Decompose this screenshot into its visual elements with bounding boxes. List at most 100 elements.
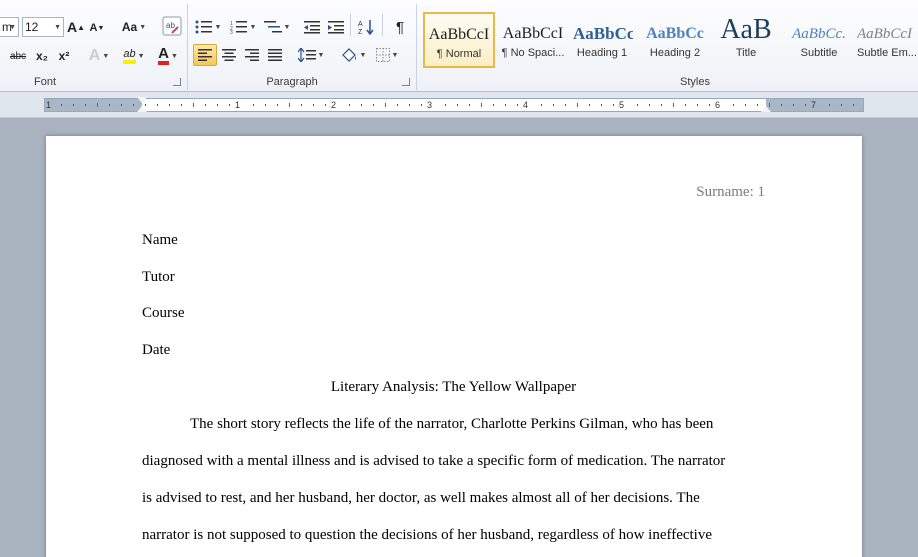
date-line: Date	[142, 342, 171, 358]
grow-font-icon: A	[66, 19, 78, 35]
horizontal-ruler[interactable]: 1 1 2 3 4 5 6 7	[44, 97, 864, 112]
change-case-label: Aa	[121, 20, 138, 34]
ruler-dot	[325, 104, 326, 106]
ruler-dot	[157, 104, 158, 106]
ruler-dot	[589, 104, 590, 106]
multilevel-list-icon	[263, 21, 282, 33]
ruler-dot	[613, 104, 614, 106]
ruler-dot	[697, 104, 698, 106]
superscript-button[interactable]: x²	[55, 45, 73, 67]
sort-button[interactable]: A Z	[356, 16, 378, 38]
paragraph-dialog-launcher-icon[interactable]	[402, 78, 410, 86]
ruler-number: 1	[235, 100, 241, 110]
style-preview: AaBbCc	[573, 24, 634, 43]
font-dialog-launcher-icon[interactable]	[173, 78, 181, 86]
text-effects-label: A	[88, 47, 101, 64]
ruler-dot	[217, 104, 218, 106]
font-name-combo[interactable]: m ▼	[0, 17, 19, 37]
numbering-icon: 1 2 3	[230, 21, 247, 34]
document-page[interactable]: Surname: 1 Name Tutor Course Date Litera…	[46, 136, 862, 557]
ruler-dot	[277, 104, 278, 106]
style-subtitle[interactable]: AaBbCc. Subtitle	[784, 12, 854, 68]
bullets-button[interactable]: ▼	[194, 16, 222, 38]
ruler-dot	[517, 104, 518, 106]
ruler-dot	[205, 104, 206, 106]
ruler-dot	[73, 104, 74, 106]
align-right-icon	[245, 49, 259, 61]
align-center-icon	[222, 49, 236, 61]
style-normal[interactable]: AaBbCcI ¶ Normal	[423, 12, 495, 68]
ruler-dot	[553, 104, 554, 106]
style-name: Title	[735, 47, 757, 59]
grow-font-button[interactable]: A ▲	[67, 16, 85, 38]
ruler-tick	[577, 103, 578, 107]
ruler-dot	[601, 104, 602, 106]
highlight-button[interactable]: ab ▼	[118, 45, 150, 67]
shrink-font-button[interactable]: A ▼	[89, 17, 105, 39]
ruler-dot	[253, 104, 254, 106]
decrease-indent-icon	[304, 21, 320, 34]
ruler-dot	[709, 104, 710, 106]
decrease-indent-button[interactable]	[302, 16, 322, 38]
style-name: ¶ Normal	[436, 48, 482, 60]
font-color-button[interactable]: A ▼	[153, 45, 183, 67]
style-title[interactable]: AaB Title	[714, 12, 778, 68]
ruler-dot	[649, 104, 650, 106]
body-line: is advised to rest, and her husband, her…	[142, 490, 700, 506]
chevron-down-icon: ▼	[54, 23, 61, 31]
numbering-button[interactable]: 1 2 3 ▼	[228, 16, 258, 38]
subscript-button[interactable]: x₂	[33, 45, 51, 67]
font-size-combo[interactable]: 12 ▼	[22, 17, 64, 37]
style-name: Heading 1	[576, 47, 628, 59]
strikethrough-button[interactable]: abc	[6, 45, 30, 67]
style-preview: AaBbCc	[646, 25, 704, 42]
align-center-button[interactable]	[218, 44, 240, 66]
body-line: The short story reflects the life of the…	[190, 416, 714, 432]
right-indent-marker[interactable]	[761, 106, 771, 112]
align-right-button[interactable]	[241, 44, 263, 66]
shading-button[interactable]: ▼	[338, 44, 368, 66]
pilcrow-icon: ¶	[395, 18, 405, 36]
justify-button[interactable]	[264, 44, 286, 66]
group-divider	[350, 14, 351, 36]
style-no-spacing[interactable]: AaBbCcI ¶ No Spaci...	[497, 12, 569, 68]
ruler-dot	[745, 104, 746, 106]
ruler-dot	[349, 104, 350, 106]
clear-formatting-button[interactable]: ab	[160, 15, 184, 37]
ruler-dot	[781, 104, 782, 106]
ruler-number: 7	[811, 100, 817, 110]
text-effects-button[interactable]: A ▼	[86, 45, 112, 67]
style-name: Heading 2	[649, 47, 701, 59]
font-size-value: 12	[25, 20, 39, 34]
ruler-dot	[565, 104, 566, 106]
ruler-dot	[373, 104, 374, 106]
borders-icon	[375, 48, 390, 62]
style-heading-2[interactable]: AaBbCc Heading 2	[638, 12, 712, 68]
ruler-tick	[97, 103, 98, 107]
change-case-button[interactable]: Aa ▼	[121, 16, 147, 38]
style-heading-1[interactable]: AaBbCc Heading 1	[570, 12, 634, 68]
shrink-font-icon: A	[89, 22, 98, 34]
increase-indent-button[interactable]	[326, 16, 346, 38]
svg-text:3: 3	[230, 30, 233, 34]
hanging-indent-marker[interactable]	[137, 106, 147, 112]
align-left-icon	[198, 49, 212, 61]
style-preview: AaBbCcI	[502, 25, 564, 42]
svg-text:ab: ab	[166, 21, 175, 30]
ruler-tick	[193, 103, 194, 107]
line-spacing-button[interactable]: ▼	[296, 44, 326, 66]
multilevel-list-button[interactable]: ▼	[262, 16, 292, 38]
align-left-button[interactable]	[193, 44, 217, 66]
ruler-number: 5	[619, 100, 625, 110]
first-line-indent-marker[interactable]	[137, 97, 147, 103]
paragraph-group-label: Paragraph	[266, 76, 318, 88]
show-formatting-button[interactable]: ¶	[389, 16, 411, 38]
ruler-dot	[409, 104, 410, 106]
borders-button[interactable]: ▼	[372, 44, 402, 66]
style-subtle-emphasis[interactable]: AaBbCcI Subtle Em...	[856, 12, 918, 68]
ruler-dot	[85, 104, 86, 106]
clear-formatting-icon: ab	[162, 16, 182, 36]
ruler-tick	[673, 103, 674, 107]
styles-gallery: AaBbCcI ¶ Normal AaBbCcI ¶ No Spaci... A…	[418, 8, 918, 72]
ruler-dot	[61, 104, 62, 106]
